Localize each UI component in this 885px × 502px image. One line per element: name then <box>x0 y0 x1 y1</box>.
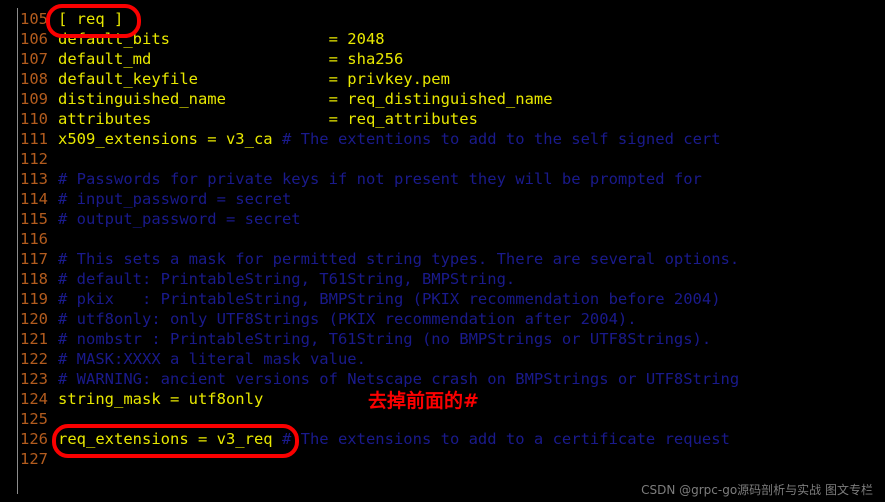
line-number: 127 <box>20 450 48 468</box>
code-token: string_mask = utf8only <box>58 390 264 408</box>
line-number: 116 <box>20 230 48 248</box>
line-number: 113 <box>20 170 48 188</box>
line-number: 121 <box>20 330 48 348</box>
code-comment-token: # Passwords for private keys if not pres… <box>58 170 702 188</box>
code-comment-token: # output_password = secret <box>58 210 301 228</box>
code-line-text[interactable]: string_mask = utf8only <box>58 389 263 409</box>
line-number: 115 <box>20 210 48 228</box>
line-number: 126 <box>20 430 48 448</box>
line-number: 105 <box>20 10 48 28</box>
code-line-text[interactable]: # output_password = secret <box>58 209 301 229</box>
line-number: 119 <box>20 290 48 308</box>
line-number: 108 <box>20 70 48 88</box>
code-line-text[interactable]: # nombstr : PrintableString, T61String (… <box>58 329 711 349</box>
code-line-text[interactable]: default_keyfile = privkey.pem <box>58 69 450 89</box>
line-number: 124 <box>20 390 48 408</box>
line-number: 122 <box>20 350 48 368</box>
code-comment-token: # WARNING: ancient versions of Netscape … <box>58 370 740 388</box>
code-comment-token: # This sets a mask for permitted string … <box>58 250 740 268</box>
code-token: default_keyfile = privkey.pem <box>58 70 450 88</box>
line-number: 117 <box>20 250 48 268</box>
code-line-text[interactable]: # pkix : PrintableString, BMPString (PKI… <box>58 289 721 309</box>
code-token: attributes = req_attributes <box>58 110 478 128</box>
code-comment-token: # utf8only: only UTF8Strings (PKIX recom… <box>58 310 637 328</box>
code-comment-token: # default: PrintableString, T61String, B… <box>58 270 516 288</box>
code-comment-token: # MASK:XXXX a literal mask value. <box>58 350 366 368</box>
line-number: 118 <box>20 270 48 288</box>
line-number: 111 <box>20 130 48 148</box>
code-comment-token: # pkix : PrintableString, BMPString (PKI… <box>58 290 721 308</box>
code-line-text[interactable]: req_extensions = v3_req # The extensions… <box>58 429 730 449</box>
code-line-text[interactable]: # MASK:XXXX a literal mask value. <box>58 349 366 369</box>
line-number: 106 <box>20 30 48 48</box>
line-number: 114 <box>20 190 48 208</box>
code-line-text[interactable]: # This sets a mask for permitted string … <box>58 249 739 269</box>
code-comment-token: # nombstr : PrintableString, T61String (… <box>58 330 712 348</box>
code-line-text[interactable]: x509_extensions = v3_ca # The extentions… <box>58 129 721 149</box>
line-number: 112 <box>20 150 48 168</box>
line-number: 110 <box>20 110 48 128</box>
code-line-text[interactable]: [ req ] <box>58 9 123 29</box>
gutter-divider <box>17 8 18 494</box>
line-number: 107 <box>20 50 48 68</box>
code-line-text[interactable]: # Passwords for private keys if not pres… <box>58 169 702 189</box>
code-line-text[interactable]: # default: PrintableString, T61String, B… <box>58 269 515 289</box>
code-token: default_bits = 2048 <box>58 30 385 48</box>
code-line-text[interactable]: # utf8only: only UTF8Strings (PKIX recom… <box>58 309 637 329</box>
line-number: 109 <box>20 90 48 108</box>
code-comment-token: # The extentions to add to the self sign… <box>281 130 721 148</box>
code-line-text[interactable]: # input_password = secret <box>58 189 291 209</box>
code-token: x509_extensions = v3_ca <box>58 130 282 148</box>
code-line-text[interactable]: default_md = sha256 <box>58 49 403 69</box>
code-token: [ req ] <box>58 10 124 28</box>
csdn-watermark: CSDN @grpc-go源码剖析与实战 图文专栏 <box>641 483 873 497</box>
code-line-text[interactable]: default_bits = 2048 <box>58 29 385 49</box>
code-token: req_extensions = v3_req <box>58 430 282 448</box>
annotation-note-remove-hash: 去掉前面的# <box>368 390 479 412</box>
code-comment-token: # The extensions to add to a certificate… <box>281 430 730 448</box>
code-line-text[interactable]: distinguished_name = req_distinguished_n… <box>58 89 553 109</box>
line-number: 125 <box>20 410 48 428</box>
code-line-text[interactable]: attributes = req_attributes <box>58 109 478 129</box>
code-token: default_md = sha256 <box>58 50 404 68</box>
code-line-text[interactable]: # WARNING: ancient versions of Netscape … <box>58 369 739 389</box>
code-comment-token: # input_password = secret <box>58 190 292 208</box>
code-token: distinguished_name = req_distinguished_n… <box>58 90 553 108</box>
line-number: 123 <box>20 370 48 388</box>
code-editor-viewport[interactable]: 105 [ req ] 106 default_bits = 2048 107 defau… <box>0 0 885 502</box>
line-number: 120 <box>20 310 48 328</box>
